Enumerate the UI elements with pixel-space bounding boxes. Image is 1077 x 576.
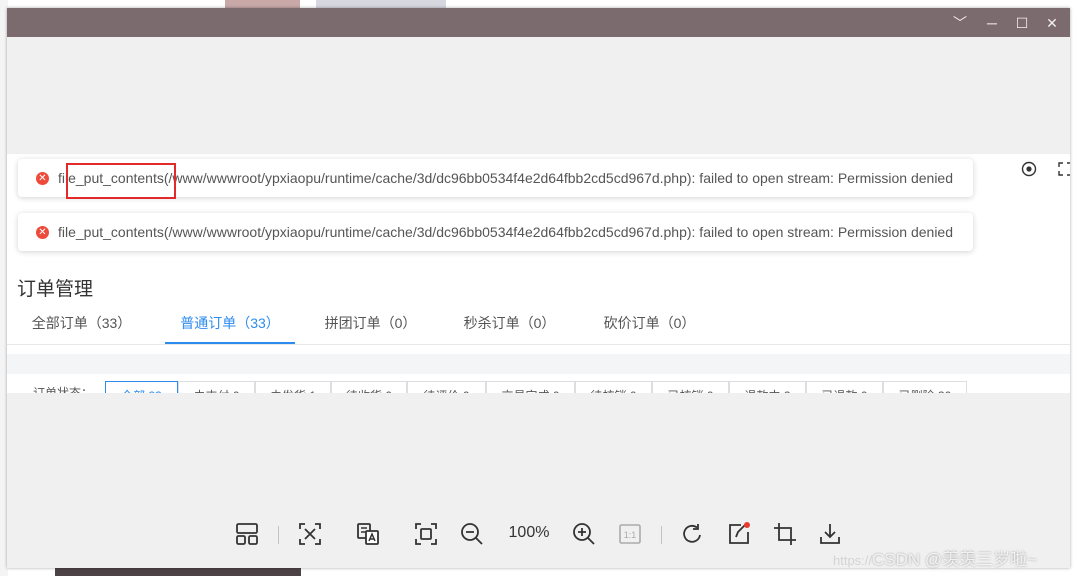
filter-refunding[interactable]: 退款中 2 (729, 381, 806, 393)
tab-all-orders[interactable]: 全部订单（33） (25, 304, 138, 342)
target-icon (1021, 161, 1037, 177)
toolbar-divider (661, 526, 662, 544)
collapse-button[interactable]: ﹀ (951, 14, 969, 32)
filter-completed[interactable]: 交易完成 0 (486, 381, 575, 393)
highlight-box (66, 163, 176, 199)
minimize-button[interactable]: ─ (983, 14, 1001, 32)
background-thumbnail (225, 0, 300, 8)
filter-label: 订单状态： (33, 386, 94, 393)
svg-text:1:1: 1:1 (624, 530, 637, 540)
translate-icon[interactable] (356, 522, 380, 546)
background-thumbnail (316, 0, 446, 8)
maximize-button[interactable]: ☐ (1013, 14, 1031, 32)
order-tabs: 全部订单（33） 普通订单（33） 拼团订单（0） 秒杀订单（0） 砍价订单（0… (7, 304, 1070, 345)
csdn-watermark: https://CSDN @羡羡三岁啦~ (833, 550, 1038, 569)
desktop-background (0, 0, 1077, 8)
rotate-icon[interactable] (680, 522, 704, 546)
zoom-in-icon[interactable] (572, 522, 596, 546)
toolbar-divider (278, 526, 279, 544)
crop-icon[interactable] (773, 522, 797, 546)
tab-bargain-orders[interactable]: 砍价订单（0） (598, 304, 701, 342)
zoom-level: 100% (508, 524, 550, 541)
divider (7, 153, 1070, 154)
close-circle-icon: ✕ (36, 225, 49, 239)
error-toast: ✕ file_put_contents(/www/wwwroot/ypxiaop… (18, 213, 973, 251)
filter-to-review[interactable]: 待评价 0 (407, 381, 486, 393)
fit-screen-icon[interactable] (414, 522, 438, 546)
error-message: file_put_contents(/www/wwwroot/ypxiaopu/… (58, 224, 954, 240)
filter-all[interactable]: 全部 33 (105, 381, 178, 393)
filter-unshipped[interactable]: 未发货 1 (255, 381, 331, 393)
tab-flash-sale-orders[interactable]: 秒杀订单（0） (458, 304, 561, 342)
title-bar[interactable]: ﹀ ─ ☐ ✕ (7, 8, 1070, 37)
filter-unpaid[interactable]: 未支付 0 (178, 381, 255, 393)
close-button[interactable]: ✕ (1043, 14, 1061, 32)
error-message: file_put_contents(/www/wwwroot/ypxiaopu/… (58, 170, 954, 186)
text-recognition-icon[interactable] (298, 522, 322, 546)
background-chat-item (55, 567, 301, 576)
filter-refunded[interactable]: 已退款 0 (806, 381, 883, 393)
filter-to-receive[interactable]: 待收货 0 (331, 381, 407, 393)
desktop-background-right (1071, 0, 1077, 576)
tab-group-orders[interactable]: 拼团订单（0） (319, 304, 422, 342)
section-gap (7, 354, 1070, 374)
zoom-out-icon[interactable] (460, 522, 484, 546)
tab-normal-orders[interactable]: 普通订单（33） (165, 304, 295, 344)
displayed-image: ✕ file_put_contents(/www/wwwroot/ypxiaop… (7, 153, 1070, 393)
viewer-toolbar: 100% 1:1 (222, 518, 842, 550)
error-toast: ✕ file_put_contents(/www/wwwroot/ypxiaop… (18, 159, 973, 199)
close-circle-icon: ✕ (36, 171, 49, 185)
page-title: 订单管理 (17, 279, 94, 300)
layout-icon[interactable] (235, 522, 259, 546)
actual-size-icon[interactable]: 1:1 (618, 522, 642, 546)
filter-verified[interactable]: 已核销 0 (652, 381, 729, 393)
fullscreen-icon (1058, 162, 1070, 176)
edit-icon[interactable] (727, 522, 751, 546)
status-filter: 订单状态： 全部 33 未支付 0 未发货 1 待收货 0 待评价 0 交易完成… (7, 374, 1070, 393)
filter-to-verify[interactable]: 待核销 0 (575, 381, 652, 393)
filter-deleted[interactable]: 已删除 30 (883, 381, 967, 393)
image-viewer-window: ﹀ ─ ☐ ✕ ✕ file_put_contents(/www/wwwroot… (7, 8, 1070, 568)
download-icon[interactable] (818, 522, 842, 546)
